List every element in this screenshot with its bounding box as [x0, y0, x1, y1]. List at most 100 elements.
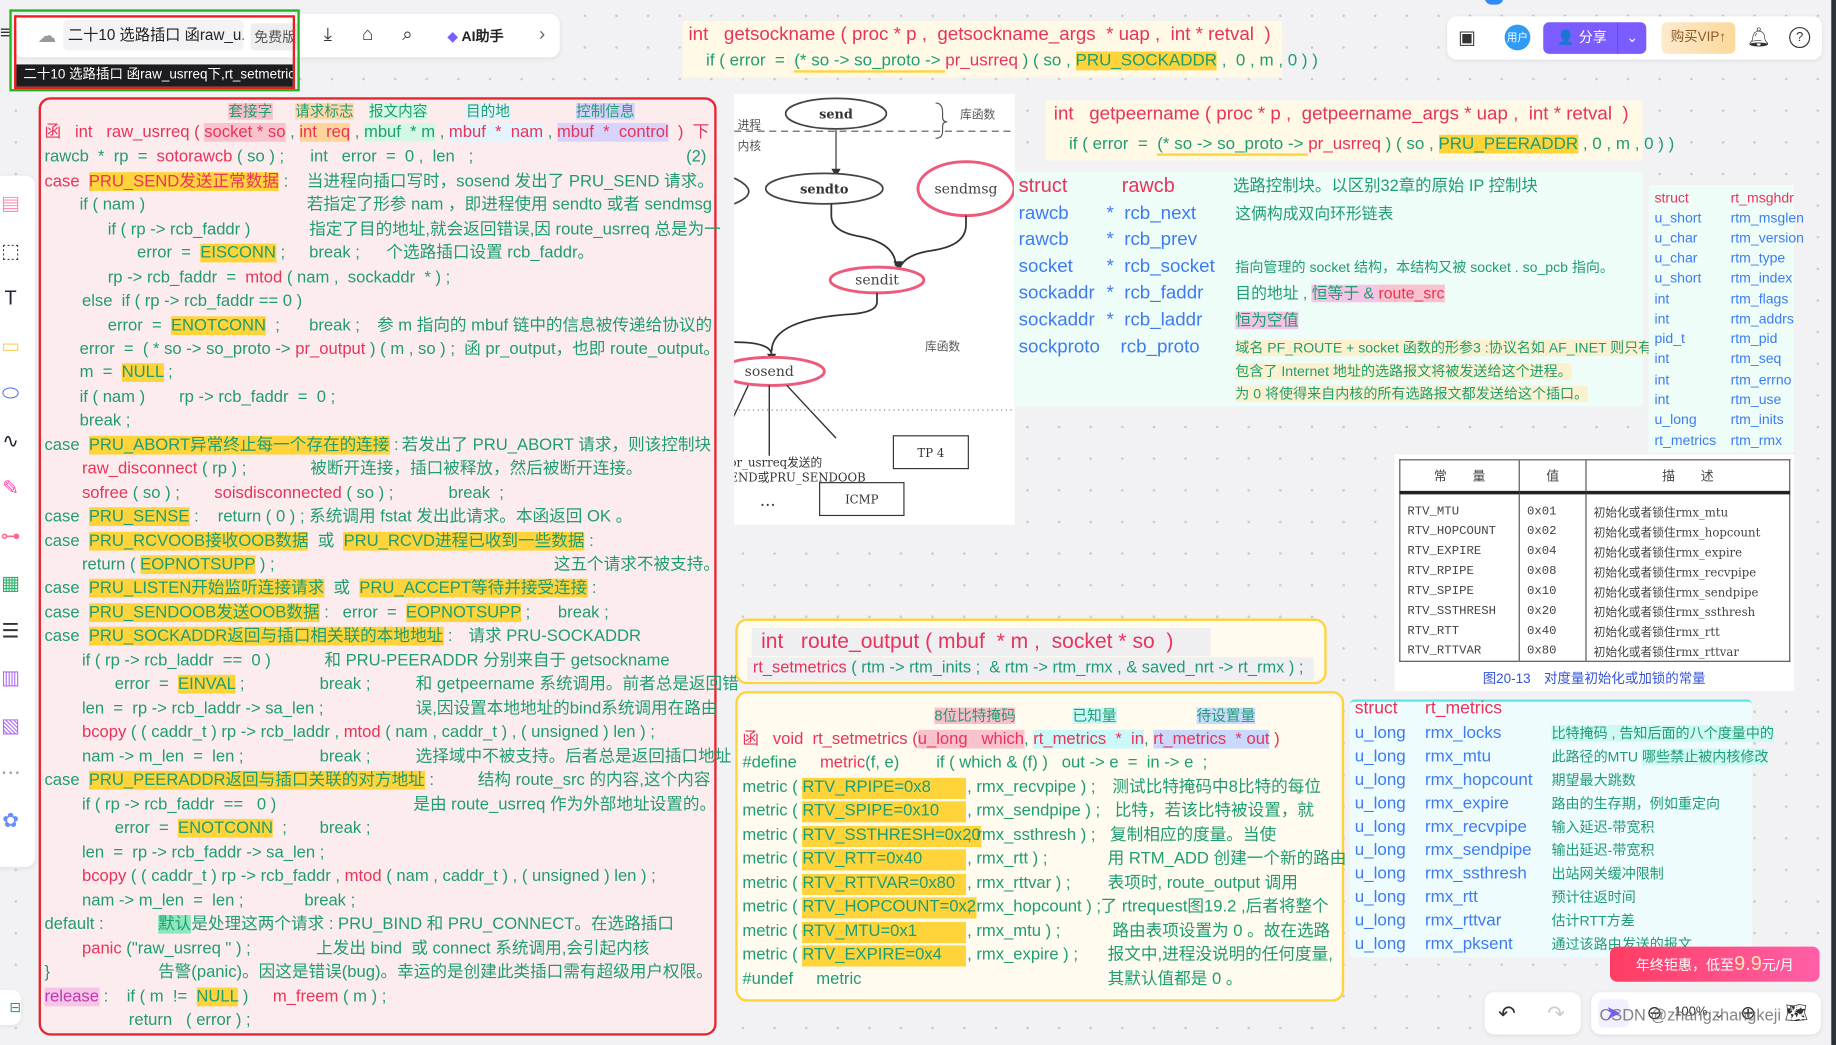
- briefcase-icon[interactable]: ▣: [1454, 26, 1480, 49]
- msghdr-line-10-part-1: rtm_use: [1731, 391, 1782, 409]
- code-token: 目的地址 ,: [1235, 284, 1312, 303]
- code-token: u_long: [1354, 747, 1406, 767]
- avatar[interactable]: 用户: [1504, 24, 1531, 51]
- code-token: PRU_PEERADDR返回与插口关联的对方地址: [88, 771, 425, 790]
- msghdr-line-1-part-0: u_short: [1654, 209, 1701, 227]
- connector-icon[interactable]: ∿: [0, 427, 21, 455]
- send-call-diagram[interactable]: 进程 内核 库函数 库函数 send sendto sendmsg sendit…: [734, 93, 1016, 525]
- code-token: case: [44, 532, 89, 552]
- kanban-icon[interactable]: ▧: [0, 712, 21, 740]
- code-token: 哪些禁止被内核修改: [1641, 748, 1769, 765]
- rtv-constants-figure[interactable]: 常 量值描 述 RTV_MTU 0x01 初始化或者锁住rmx_mtu RTV_HOPC…: [1394, 454, 1794, 692]
- usr-line-27-part-1: break ;: [320, 748, 371, 769]
- table-cell: 0x40: [1519, 620, 1587, 641]
- code-token: break ;: [304, 891, 356, 911]
- diagram-node-send: send: [784, 97, 888, 130]
- share-button[interactable]: 👤 分享 ⌄: [1543, 22, 1647, 54]
- code-token: 目的地: [466, 102, 510, 119]
- code-token: return ( error ) ;: [128, 1011, 251, 1031]
- tag-icon[interactable]: ⌂: [356, 23, 379, 46]
- usr-line-16-part-0: sofree ( so ) ;: [82, 484, 180, 505]
- code-token: 复制相应的度量。当使: [1110, 826, 1277, 846]
- code-token: struct: [1654, 189, 1689, 206]
- rawcb-line-1-part-0: rawcb: [1019, 203, 1069, 226]
- code-token: EINVAL: [177, 675, 236, 694]
- code-token: pr_usrreq: [1308, 134, 1381, 154]
- msghdr-line-3-part-0: u_char: [1654, 249, 1697, 267]
- table-row: RTV_SPIPE 0x10 初始化或者锁住rmx_sendpipe: [1399, 581, 1790, 601]
- setm-line-10-part-1: , rmx_expire ) ;: [967, 946, 1078, 967]
- download-icon[interactable]: ⤓: [316, 23, 339, 46]
- setm-line-7-part-1: , rmx_rttvar ) ;: [967, 874, 1070, 895]
- history-toolbar: ↶ ↷: [1484, 992, 1581, 1035]
- code-token: sockaddr: [1018, 310, 1095, 331]
- code-token: ( so ) ;: [232, 148, 285, 167]
- code-token: ) ( m , so ) ; 函 pr_output，也即 route_outp…: [365, 340, 720, 359]
- usr-line-22-part-1: 请求 PRU-SOCKADDR: [468, 627, 641, 648]
- code-token: nam -> m_len = len ;: [81, 891, 244, 911]
- metrics-line-10-part-1: rmx_pksent: [1425, 934, 1513, 955]
- table-cell: 初始化或者锁住rmx_hopcount: [1593, 527, 1761, 541]
- code-token: int raw_usrreq (: [74, 123, 205, 143]
- sticky-note-icon[interactable]: ▭: [0, 332, 21, 360]
- template-icon[interactable]: ▤: [0, 190, 21, 218]
- buy-vip-button[interactable]: 购买VIP↑: [1661, 22, 1736, 54]
- ai-assistant-button[interactable]: ◆ AI助手: [447, 26, 503, 46]
- metrics-line-8-part-2: 预计往返时间: [1551, 889, 1635, 907]
- whiteboard-canvas[interactable]: ≡ ☁ 二十10 选路插口 函raw_u... 免费版 ⤓ ⌂ ⌕ ◆ AI助手…: [0, 0, 1836, 1045]
- chevron-right-icon[interactable]: ›: [534, 23, 550, 46]
- code-token: pr_usrreq: [945, 51, 1018, 71]
- rawcb-line-5-part-0: sockaddr: [1019, 309, 1095, 332]
- code-token: ENOTCONN: [170, 316, 267, 336]
- code-token: ,: [285, 123, 300, 143]
- outline-button[interactable]: ⊟: [0, 989, 22, 1026]
- help-icon[interactable]: ?: [1789, 26, 1811, 49]
- usr-line-11-part-0: m = NULL ;: [80, 363, 173, 385]
- setm-line-7-part-2: 表项时, route_output 调用: [1108, 874, 1298, 895]
- usr-line-36-part-1: 告警(panic)。因这是错误(bug)。幸运的是创建此类插口需有超级用户权限。: [158, 963, 713, 984]
- svg-text:sosend: sosend: [745, 364, 794, 380]
- text-icon[interactable]: T: [0, 285, 21, 313]
- search-icon[interactable]: ⌕: [396, 23, 419, 46]
- card-icon[interactable]: ▥: [0, 664, 21, 692]
- code-token: case: [44, 507, 89, 527]
- code-token: metric (: [742, 849, 803, 869]
- code-token: ( nam , sockaddr * ) ;: [282, 268, 451, 288]
- redo-icon[interactable]: ↷: [1543, 1001, 1569, 1025]
- table-cell: 初始化或者锁住rmx_recvpipe: [1593, 567, 1757, 580]
- rawcb-line-0-part-1: rawcb: [1122, 174, 1175, 199]
- mindmap-icon[interactable]: ⊶: [0, 522, 21, 550]
- code-token: 请求标志: [295, 102, 354, 119]
- more-icon[interactable]: ⋯: [0, 759, 21, 787]
- rawcb-line-1-part-2: 这俩构成双向环形链表: [1235, 205, 1393, 225]
- usr-line-9-part-2: 参 m 指向的 mbuf 链中的信息被传递给协议的: [377, 317, 712, 338]
- code-token: socket * so: [204, 123, 286, 143]
- setm-line-5-part-1: , rmx_ssthresh ) ;: [967, 826, 1095, 847]
- apps-icon[interactable]: ✿: [0, 807, 21, 835]
- frame-icon[interactable]: ⬚: [0, 237, 21, 265]
- setm-line-3-part-0: metric ( RTV_RPIPE=0x8: [742, 778, 967, 800]
- promo-banner[interactable]: 年终钜惠，低至9.9元/月: [1609, 946, 1820, 982]
- code-token: rtm_pid: [1730, 330, 1778, 347]
- share-dropdown-chevron-icon[interactable]: ⌄: [1617, 22, 1646, 54]
- code-token: if ( nam ): [79, 196, 146, 215]
- code-token: ;: [273, 819, 287, 839]
- text-card-icon[interactable]: ☰: [0, 617, 21, 645]
- code-token: ( so ) ;: [341, 484, 394, 503]
- shape-icon[interactable]: ⬭: [0, 380, 21, 408]
- bell-icon[interactable]: 🔔︎: [1747, 26, 1771, 49]
- table-icon[interactable]: ▦: [0, 569, 21, 597]
- minimap-icon[interactable]: 🗺︎: [1783, 1002, 1809, 1025]
- top-blue-badge: [1484, 0, 1504, 5]
- svg-text:send: send: [819, 107, 853, 122]
- metrics-line-5-part-0: u_long: [1355, 817, 1406, 838]
- code-token: route_src: [1378, 284, 1445, 303]
- code-token: PRU_SOCKADDR: [1075, 51, 1218, 71]
- code-token: default :: [44, 915, 104, 935]
- usr-line-25-part-0: len = rp -> rcb_laddr -> sa_len ;: [82, 700, 323, 721]
- undo-icon[interactable]: ↶: [1494, 1001, 1520, 1025]
- pen-icon[interactable]: ✎: [0, 474, 21, 502]
- metrics-line-7-part-1: rmx_ssthresh: [1425, 864, 1527, 885]
- code-token: , rmx_rttvar ) ;: [967, 874, 1071, 894]
- code-token: int: [1654, 371, 1670, 388]
